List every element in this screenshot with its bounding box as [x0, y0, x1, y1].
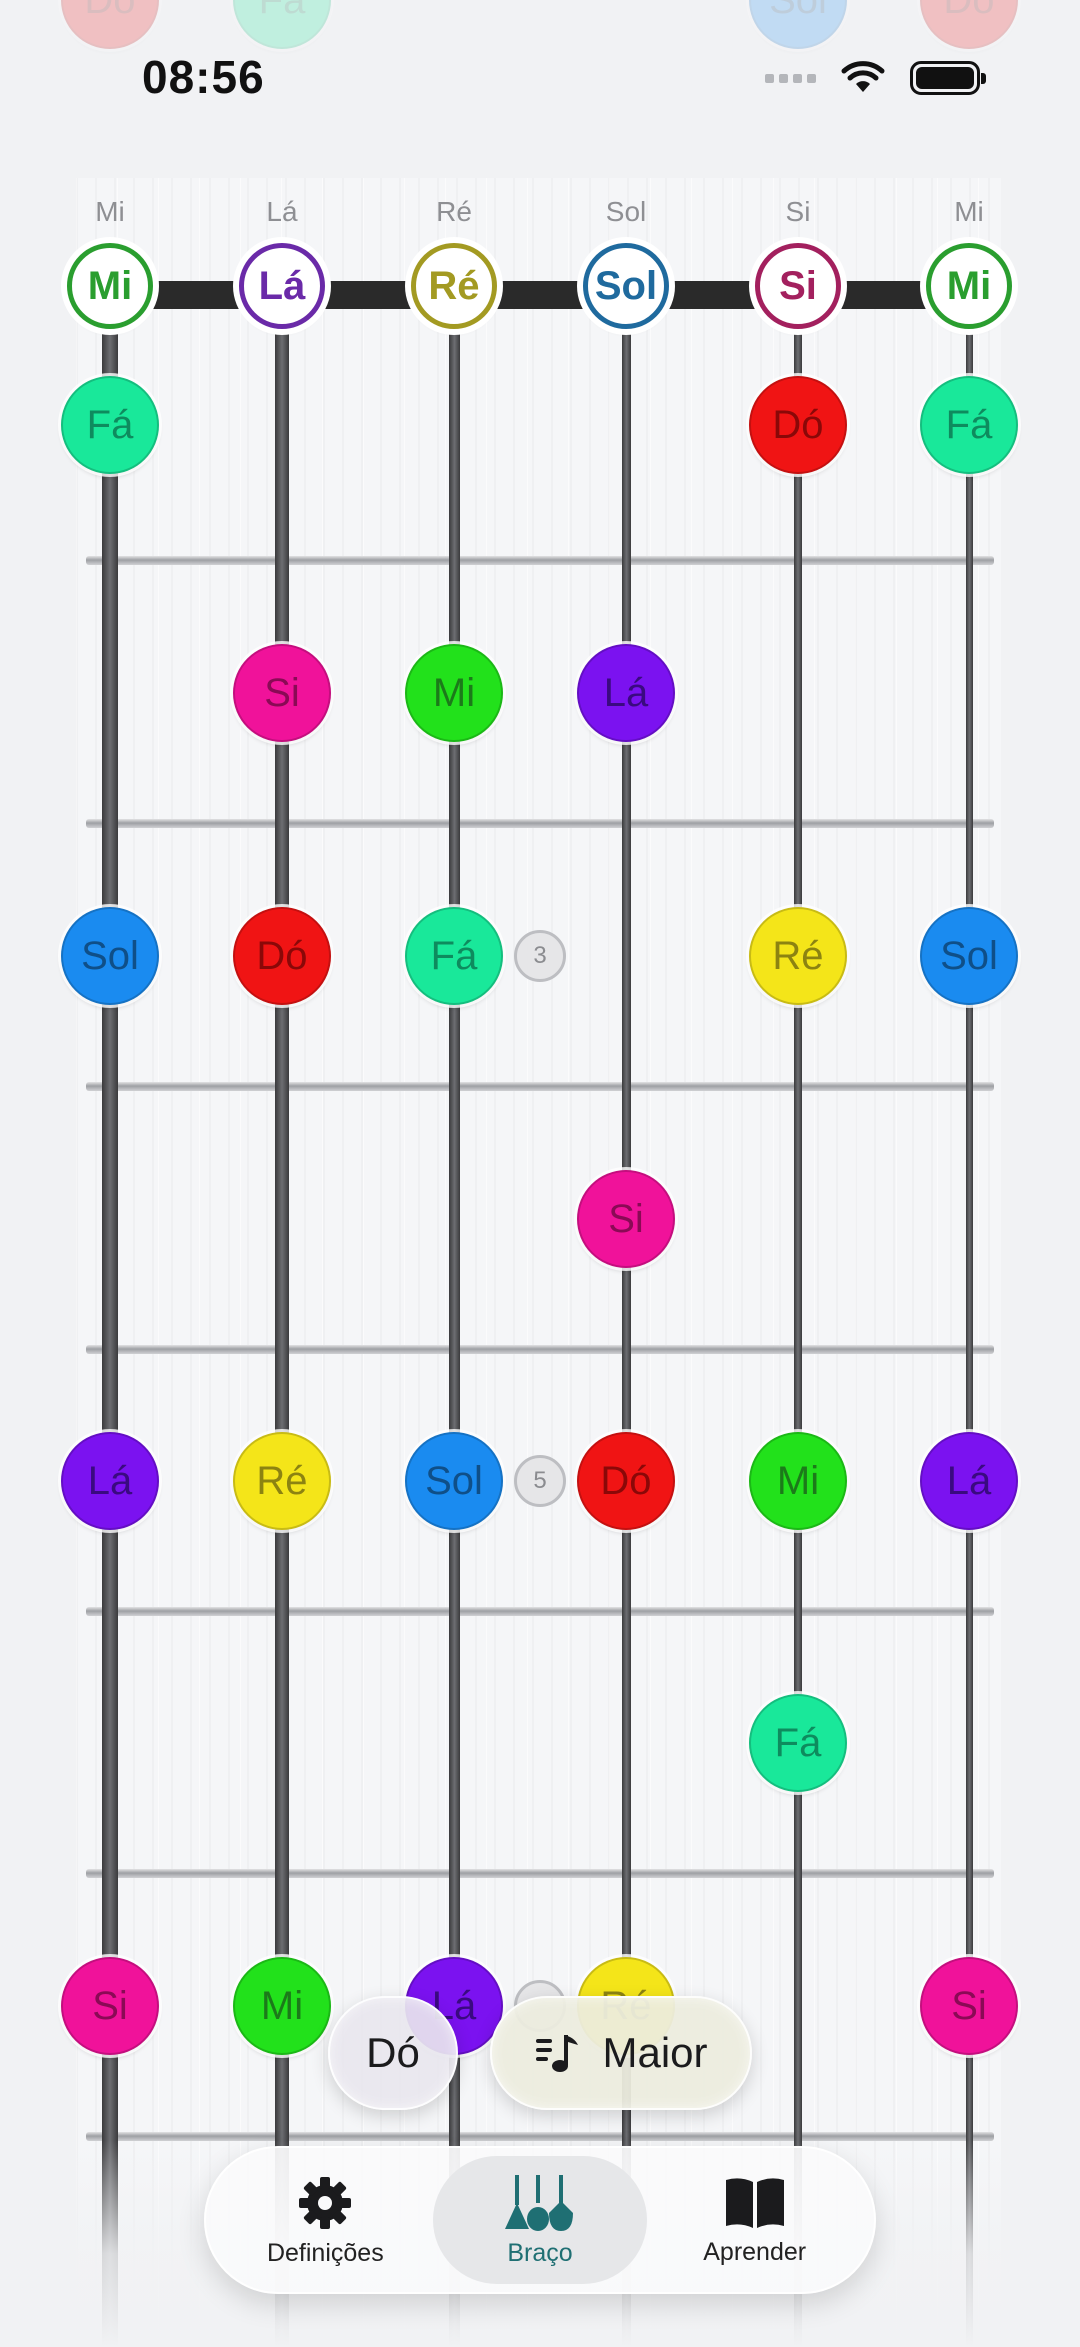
- string-label: Lá: [266, 196, 298, 227]
- cellular-signal-icon: [765, 73, 816, 83]
- string-label: Ré: [436, 196, 472, 227]
- tab-bar: Definições Braço Aprender: [204, 2146, 876, 2294]
- note-Lá[interactable]: Lá: [920, 1432, 1018, 1530]
- string-label: Si: [785, 196, 811, 227]
- tab-label-braco: Braço: [507, 2238, 573, 2267]
- note-Fá[interactable]: Fá: [920, 376, 1018, 474]
- tab-label-definicoes: Definições: [266, 2238, 384, 2267]
- fret-1: [86, 556, 994, 565]
- fret-7: [86, 2132, 994, 2141]
- battery-icon: [910, 61, 986, 95]
- note-Fá[interactable]: Fá: [749, 1694, 847, 1792]
- key-label: Dó: [366, 2029, 420, 2076]
- fret-4: [86, 1345, 994, 1354]
- string-label: Mi: [95, 196, 125, 227]
- book-icon: [725, 2177, 784, 2228]
- note-Sol[interactable]: Sol: [405, 1432, 503, 1530]
- music-list-icon: [536, 2035, 579, 2072]
- note-Dó[interactable]: Dó: [749, 376, 847, 474]
- note-Dó[interactable]: Dó: [577, 1432, 675, 1530]
- open-note-Si[interactable]: Si: [755, 243, 841, 329]
- key-selector-button[interactable]: Dó: [328, 1996, 458, 2110]
- note-Fá[interactable]: Fá: [233, 0, 331, 49]
- scale-selector-button[interactable]: Maior: [490, 1996, 752, 2110]
- note-Mi[interactable]: Mi: [405, 644, 503, 742]
- note-Dó[interactable]: Dó: [920, 0, 1018, 49]
- open-note-Sol[interactable]: Sol: [583, 243, 669, 329]
- note-Sol[interactable]: Sol: [749, 0, 847, 49]
- fret-3: [86, 1082, 994, 1091]
- open-note-Mi[interactable]: Mi: [926, 243, 1012, 329]
- fret-6: [86, 1869, 994, 1878]
- note-Ré[interactable]: Ré: [233, 1432, 331, 1530]
- tab-label-aprender: Aprender: [703, 2237, 807, 2266]
- tab-definicoes[interactable]: Definições: [218, 2156, 433, 2284]
- note-Mi[interactable]: Mi: [233, 1957, 331, 2055]
- open-note-Ré[interactable]: Ré: [411, 243, 497, 329]
- note-Fá[interactable]: Fá: [61, 376, 159, 474]
- note-Si[interactable]: Si: [61, 1957, 159, 2055]
- note-Dó[interactable]: Dó: [233, 907, 331, 1005]
- string-5: [794, 300, 802, 2347]
- fret-marker: 5: [514, 1455, 566, 1507]
- string-label: Sol: [605, 196, 647, 227]
- note-Lá[interactable]: Lá: [61, 1432, 159, 1530]
- note-Dó[interactable]: Dó: [61, 0, 159, 49]
- wifi-icon: [841, 61, 885, 92]
- fret-marker: 3: [514, 930, 566, 982]
- note-Fá[interactable]: Fá: [405, 907, 503, 1005]
- status-icons: [765, 58, 986, 98]
- open-note-Mi[interactable]: Mi: [67, 243, 153, 329]
- fret-5: [86, 1607, 994, 1616]
- guitars-icon: [505, 2174, 573, 2231]
- status-time: 08:56: [142, 51, 265, 103]
- note-Lá[interactable]: Lá: [577, 644, 675, 742]
- note-Si[interactable]: Si: [233, 644, 331, 742]
- tab-braco[interactable]: Braço: [432, 2156, 648, 2284]
- gear-icon: [299, 2176, 352, 2229]
- note-Si[interactable]: Si: [577, 1170, 675, 1268]
- fret-2: [86, 819, 994, 828]
- open-note-Lá[interactable]: Lá: [239, 243, 325, 329]
- note-Ré[interactable]: Ré: [749, 907, 847, 1005]
- note-Si[interactable]: Si: [920, 1957, 1018, 2055]
- tab-aprender[interactable]: Aprender: [647, 2156, 862, 2284]
- note-Mi[interactable]: Mi: [749, 1432, 847, 1530]
- note-Sol[interactable]: Sol: [61, 907, 159, 1005]
- string-label: Mi: [954, 196, 984, 227]
- scale-label: Maior: [602, 2029, 708, 2076]
- note-Sol[interactable]: Sol: [920, 907, 1018, 1005]
